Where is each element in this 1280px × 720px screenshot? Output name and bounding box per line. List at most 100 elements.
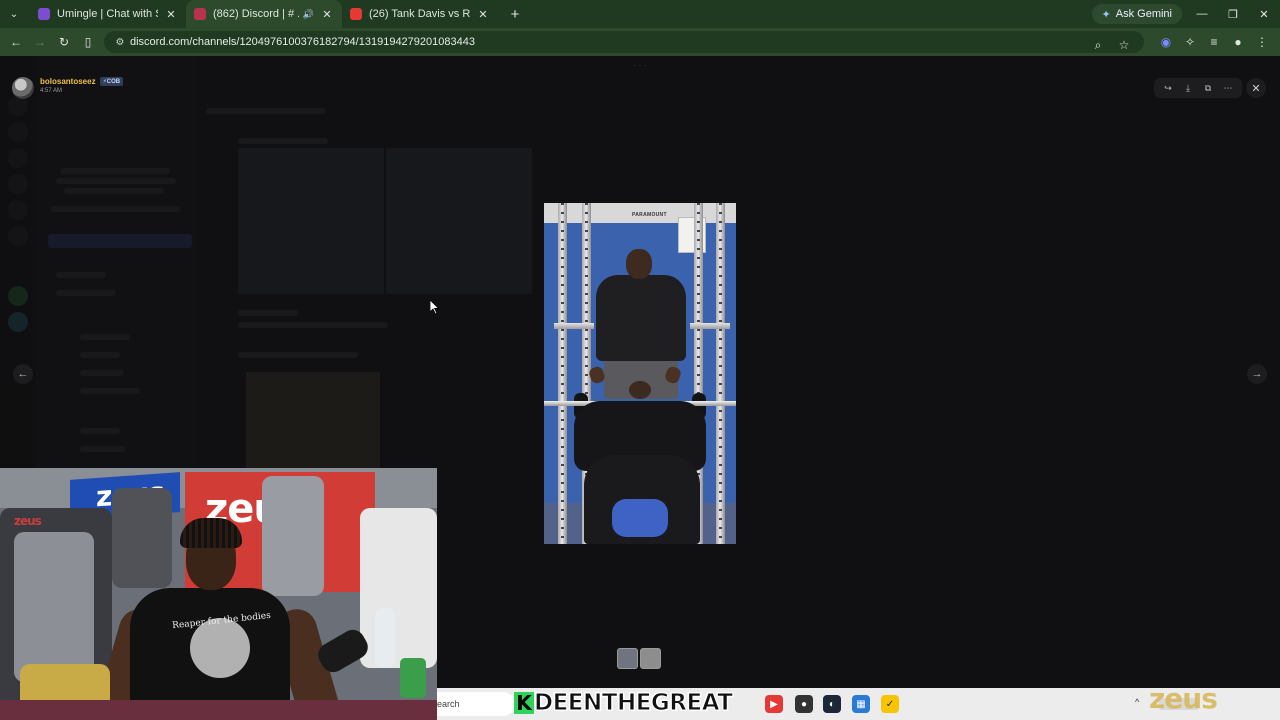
taskbar-search[interactable]: earch bbox=[437, 692, 515, 716]
minimize-window-icon[interactable]: — bbox=[1186, 0, 1218, 28]
spotter-head bbox=[626, 249, 652, 279]
discord-favicon-icon bbox=[194, 8, 206, 20]
more-options-icon[interactable]: ⋯ bbox=[1218, 83, 1238, 94]
chat-line bbox=[238, 352, 358, 358]
channel-line bbox=[56, 272, 106, 278]
ask-gemini-label: Ask Gemini bbox=[1115, 8, 1172, 20]
close-tab-icon[interactable]: ✕ bbox=[164, 8, 178, 21]
channel-line bbox=[80, 334, 130, 340]
open-in-browser-icon[interactable]: ⧉ bbox=[1198, 83, 1218, 94]
close-tab-icon[interactable]: ✕ bbox=[476, 8, 490, 21]
profile-avatar-icon[interactable]: ● bbox=[1226, 30, 1250, 54]
channel-line bbox=[80, 388, 140, 394]
spotter bbox=[596, 275, 686, 361]
app-icon[interactable]: ● bbox=[795, 695, 813, 713]
chat-line bbox=[206, 108, 326, 114]
author-name[interactable]: bolosantoseez ⚡COB bbox=[40, 77, 124, 86]
audio-playing-icon[interactable]: 🔊 bbox=[303, 9, 314, 20]
close-viewer-button[interactable]: ✕ bbox=[1246, 78, 1266, 98]
reload-icon[interactable]: ↻ bbox=[52, 30, 76, 54]
gaming-chair bbox=[14, 532, 94, 682]
media-viewer-toolbar: ↪ ⤓ ⧉ ⋯ bbox=[1154, 78, 1242, 98]
forward-icon[interactable]: → bbox=[28, 30, 52, 54]
chat-image bbox=[246, 372, 380, 472]
youtube-favicon-icon bbox=[350, 8, 362, 20]
ask-gemini-button[interactable]: ✦ Ask Gemini bbox=[1091, 4, 1182, 24]
umingle-favicon-icon bbox=[38, 8, 50, 20]
browser-menu-icon[interactable]: ⋮ bbox=[1250, 30, 1274, 54]
post-timestamp: 4:57 AM bbox=[40, 88, 63, 94]
rack-post bbox=[558, 203, 567, 544]
tab-title: (26) Tank Davis vs Roach FIGHT bbox=[369, 8, 470, 20]
server-icon bbox=[8, 174, 28, 194]
streamer-webcam: zeus zeu zeus Reaper for the bodies bbox=[0, 468, 437, 720]
avatar[interactable] bbox=[12, 77, 34, 99]
thumbnail-1[interactable] bbox=[617, 648, 638, 669]
tab-search-chevron-icon[interactable]: ⌄ bbox=[4, 4, 24, 24]
tab-title: (862) Discord | # ... | react bbox=[213, 8, 299, 20]
chat-line bbox=[238, 310, 298, 316]
desk bbox=[0, 700, 437, 720]
browser-toolbar: ← → ↻ ▯ ⚙ discord.com/channels/120497610… bbox=[0, 28, 1280, 56]
gemini-sparkle-icon: ✦ bbox=[1101, 8, 1111, 21]
restore-window-icon[interactable]: ❐ bbox=[1217, 0, 1249, 28]
server-icon bbox=[8, 122, 28, 142]
new-tab-button[interactable]: + bbox=[504, 6, 526, 23]
url-text[interactable]: discord.com/channels/1204976100376182794… bbox=[130, 36, 475, 48]
clan-badge: ⚡COB bbox=[99, 77, 124, 86]
bench-pad bbox=[612, 499, 668, 537]
server-icon bbox=[8, 148, 28, 168]
server-icon bbox=[8, 226, 28, 246]
media-author[interactable]: bolosantoseez ⚡COB 4:57 AM bbox=[12, 77, 124, 99]
forward-share-icon[interactable]: ↪ bbox=[1158, 83, 1178, 94]
youtube-icon[interactable]: ▶ bbox=[765, 695, 783, 713]
channel-line bbox=[64, 188, 164, 194]
zeus-brand-logo: zeus bbox=[1149, 682, 1218, 715]
shelf bbox=[360, 508, 437, 668]
side-panel-icon[interactable]: ▯ bbox=[76, 30, 100, 54]
chat-line bbox=[238, 138, 328, 144]
tab-umingle[interactable]: Umingle | Chat with Strangers ✕ bbox=[30, 0, 186, 28]
zoom-icon[interactable]: ⌕ bbox=[1086, 33, 1110, 57]
norton-icon[interactable]: ✓ bbox=[881, 695, 899, 713]
channel-line bbox=[50, 206, 180, 212]
screen: ⌄ Umingle | Chat with Strangers ✕ (862) … bbox=[0, 0, 1280, 720]
address-bar[interactable]: ⚙ discord.com/channels/12049761003761827… bbox=[104, 31, 1144, 53]
gaming-chair bbox=[112, 488, 172, 588]
taskbar-search-placeholder: earch bbox=[437, 699, 460, 709]
bookmark-star-icon[interactable]: ☆ bbox=[1112, 33, 1136, 57]
channel-line bbox=[80, 352, 120, 358]
server-icon bbox=[8, 96, 28, 116]
chair-logo: zeus bbox=[14, 514, 42, 528]
previous-media-button[interactable]: ← bbox=[13, 364, 33, 384]
next-media-button[interactable]: → bbox=[1247, 364, 1267, 384]
download-icon[interactable]: ⤓ bbox=[1178, 83, 1198, 94]
media-control-icon[interactable]: ≡ bbox=[1202, 30, 1226, 54]
tab-youtube[interactable]: (26) Tank Davis vs Roach FIGHT ✕ bbox=[342, 0, 498, 28]
steam-icon[interactable]: ◐ bbox=[823, 695, 841, 713]
site-info-icon[interactable]: ⚙ bbox=[110, 37, 130, 48]
close-tab-icon[interactable]: ✕ bbox=[320, 8, 334, 21]
extension-icon[interactable]: ◉ bbox=[1154, 30, 1178, 54]
chat-image bbox=[386, 148, 532, 294]
back-icon[interactable]: ← bbox=[4, 30, 28, 54]
streamer-watermark: K DEENTHEGREAT bbox=[514, 690, 733, 717]
extensions-puzzle-icon[interactable]: ✧ bbox=[1178, 30, 1202, 54]
lifter-head bbox=[629, 381, 651, 399]
media-video[interactable]: PARAMOUNT bbox=[544, 203, 736, 544]
channel-line bbox=[56, 290, 116, 296]
gaming-chair bbox=[262, 476, 324, 596]
store-icon[interactable]: ▦ bbox=[852, 695, 870, 713]
rack-beam bbox=[690, 323, 730, 329]
chat-line bbox=[238, 322, 388, 328]
close-window-icon[interactable]: ✕ bbox=[1248, 0, 1280, 28]
author-name-text[interactable]: bolosantoseez bbox=[40, 77, 96, 86]
water-bottle bbox=[375, 608, 395, 668]
mouse-cursor-icon bbox=[429, 299, 440, 320]
browser-tabstrip: ⌄ Umingle | Chat with Strangers ✕ (862) … bbox=[0, 0, 1280, 28]
channel-line bbox=[56, 178, 176, 184]
tab-discord[interactable]: (862) Discord | # ... | react 🔊 ✕ bbox=[186, 0, 342, 28]
tray-overflow-icon[interactable]: ^ bbox=[1135, 697, 1139, 707]
kick-logo-icon: K bbox=[514, 691, 534, 715]
thumbnail-2[interactable] bbox=[640, 648, 661, 669]
